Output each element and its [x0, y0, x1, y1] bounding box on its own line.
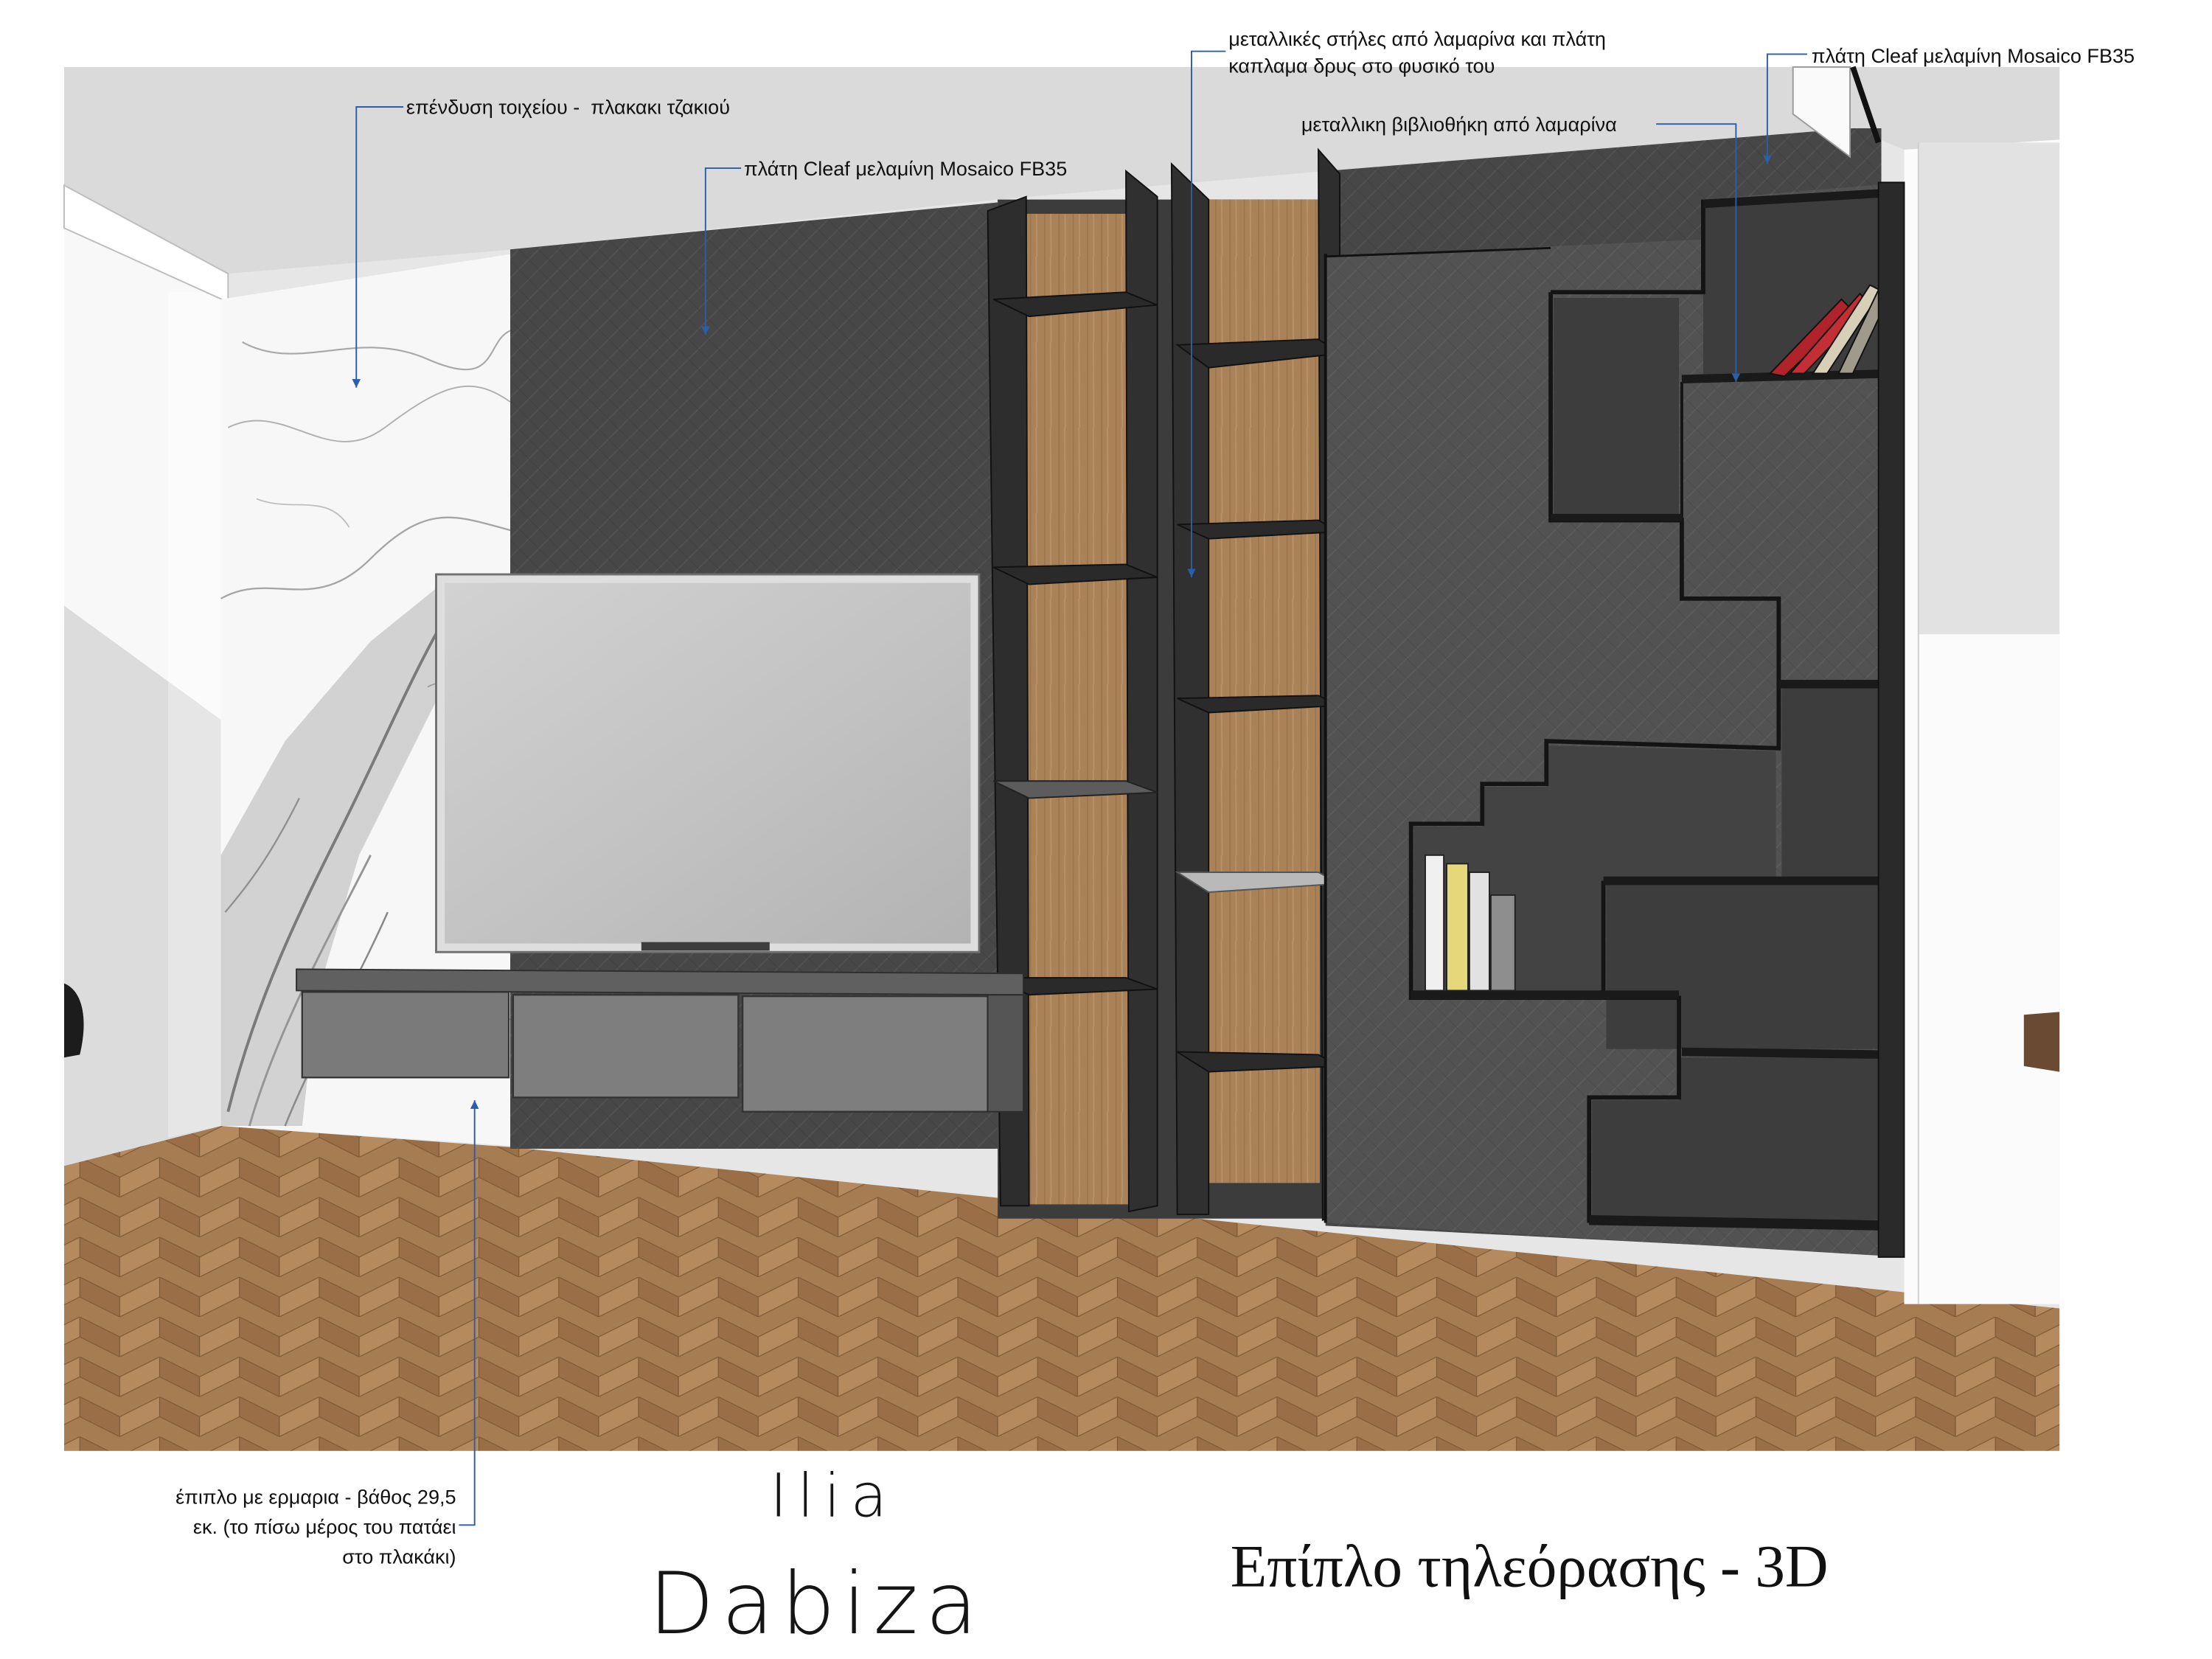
annotation-wall-cladding-label: επένδυση τοιχείου - πλακακι τζακιού — [406, 97, 730, 119]
bookcase-shelf — [1681, 1047, 1896, 1060]
annotation-metal-columns-line2: καπλαμα δρυς στο φυσικό του — [1228, 55, 1495, 77]
annotation-back-panel-right-label: πλάτη Cleaf μελαμίνη Mosaico FB35 — [1812, 45, 2135, 67]
tv-unit-3d-sheet: επένδυση τοιχείου - πλακακι τζακιού πλάτ… — [63, 28, 2135, 1655]
cabinet-door — [741, 995, 989, 1113]
annotation-metal-columns-line1: μεταλλικές στήλες από λαμαρίνα και πλάτη — [1228, 28, 1606, 50]
bookcase-shelf — [1589, 1214, 1896, 1231]
annotation-cabinet-line3: στο πλακάκι) — [342, 1545, 456, 1568]
bookcase-cubby — [1781, 688, 1879, 878]
bookcase-shelf — [1681, 369, 1896, 383]
cabinet-door — [512, 994, 740, 1099]
cabinet-top — [296, 968, 1024, 996]
bookcase-cubby — [1606, 885, 1879, 1049]
annotation-cabinet-line2: εκ. (το πίσω μέρος του πατάει — [193, 1516, 456, 1538]
designer-signature: Ilia Dabiza — [649, 1462, 985, 1655]
tv-screen — [445, 582, 971, 944]
cabinet-side — [987, 994, 1024, 1113]
tv — [435, 573, 981, 953]
signature-last-name: Dabiza — [649, 1554, 985, 1654]
signature-first-name: Ilia — [770, 1462, 897, 1531]
bookcase-side-panel — [1877, 181, 1905, 1258]
cabinet-door — [301, 991, 510, 1079]
metal-column-right — [1170, 147, 1343, 1221]
annotation-cabinet-line1: έπιπλο με ερμαρια - βάθος 29,5 — [175, 1486, 456, 1508]
annotation-back-panel-left-label: πλάτη Cleaf μελαμίνη Mosaico FB35 — [744, 158, 1067, 180]
sheet-title: Επίπλο τηλεόρασης - 3D — [1231, 1533, 1829, 1599]
tv-stand — [641, 942, 770, 951]
bookcase-cubby — [1553, 297, 1680, 515]
left-wall — [63, 184, 229, 1166]
annotation-metal-bookcase-label: μεταλλικη βιβλιοθήκη από λαμαρίνα — [1301, 114, 1617, 136]
metal-bookcase — [1324, 181, 1905, 1258]
table-edge — [2023, 1012, 2060, 1072]
